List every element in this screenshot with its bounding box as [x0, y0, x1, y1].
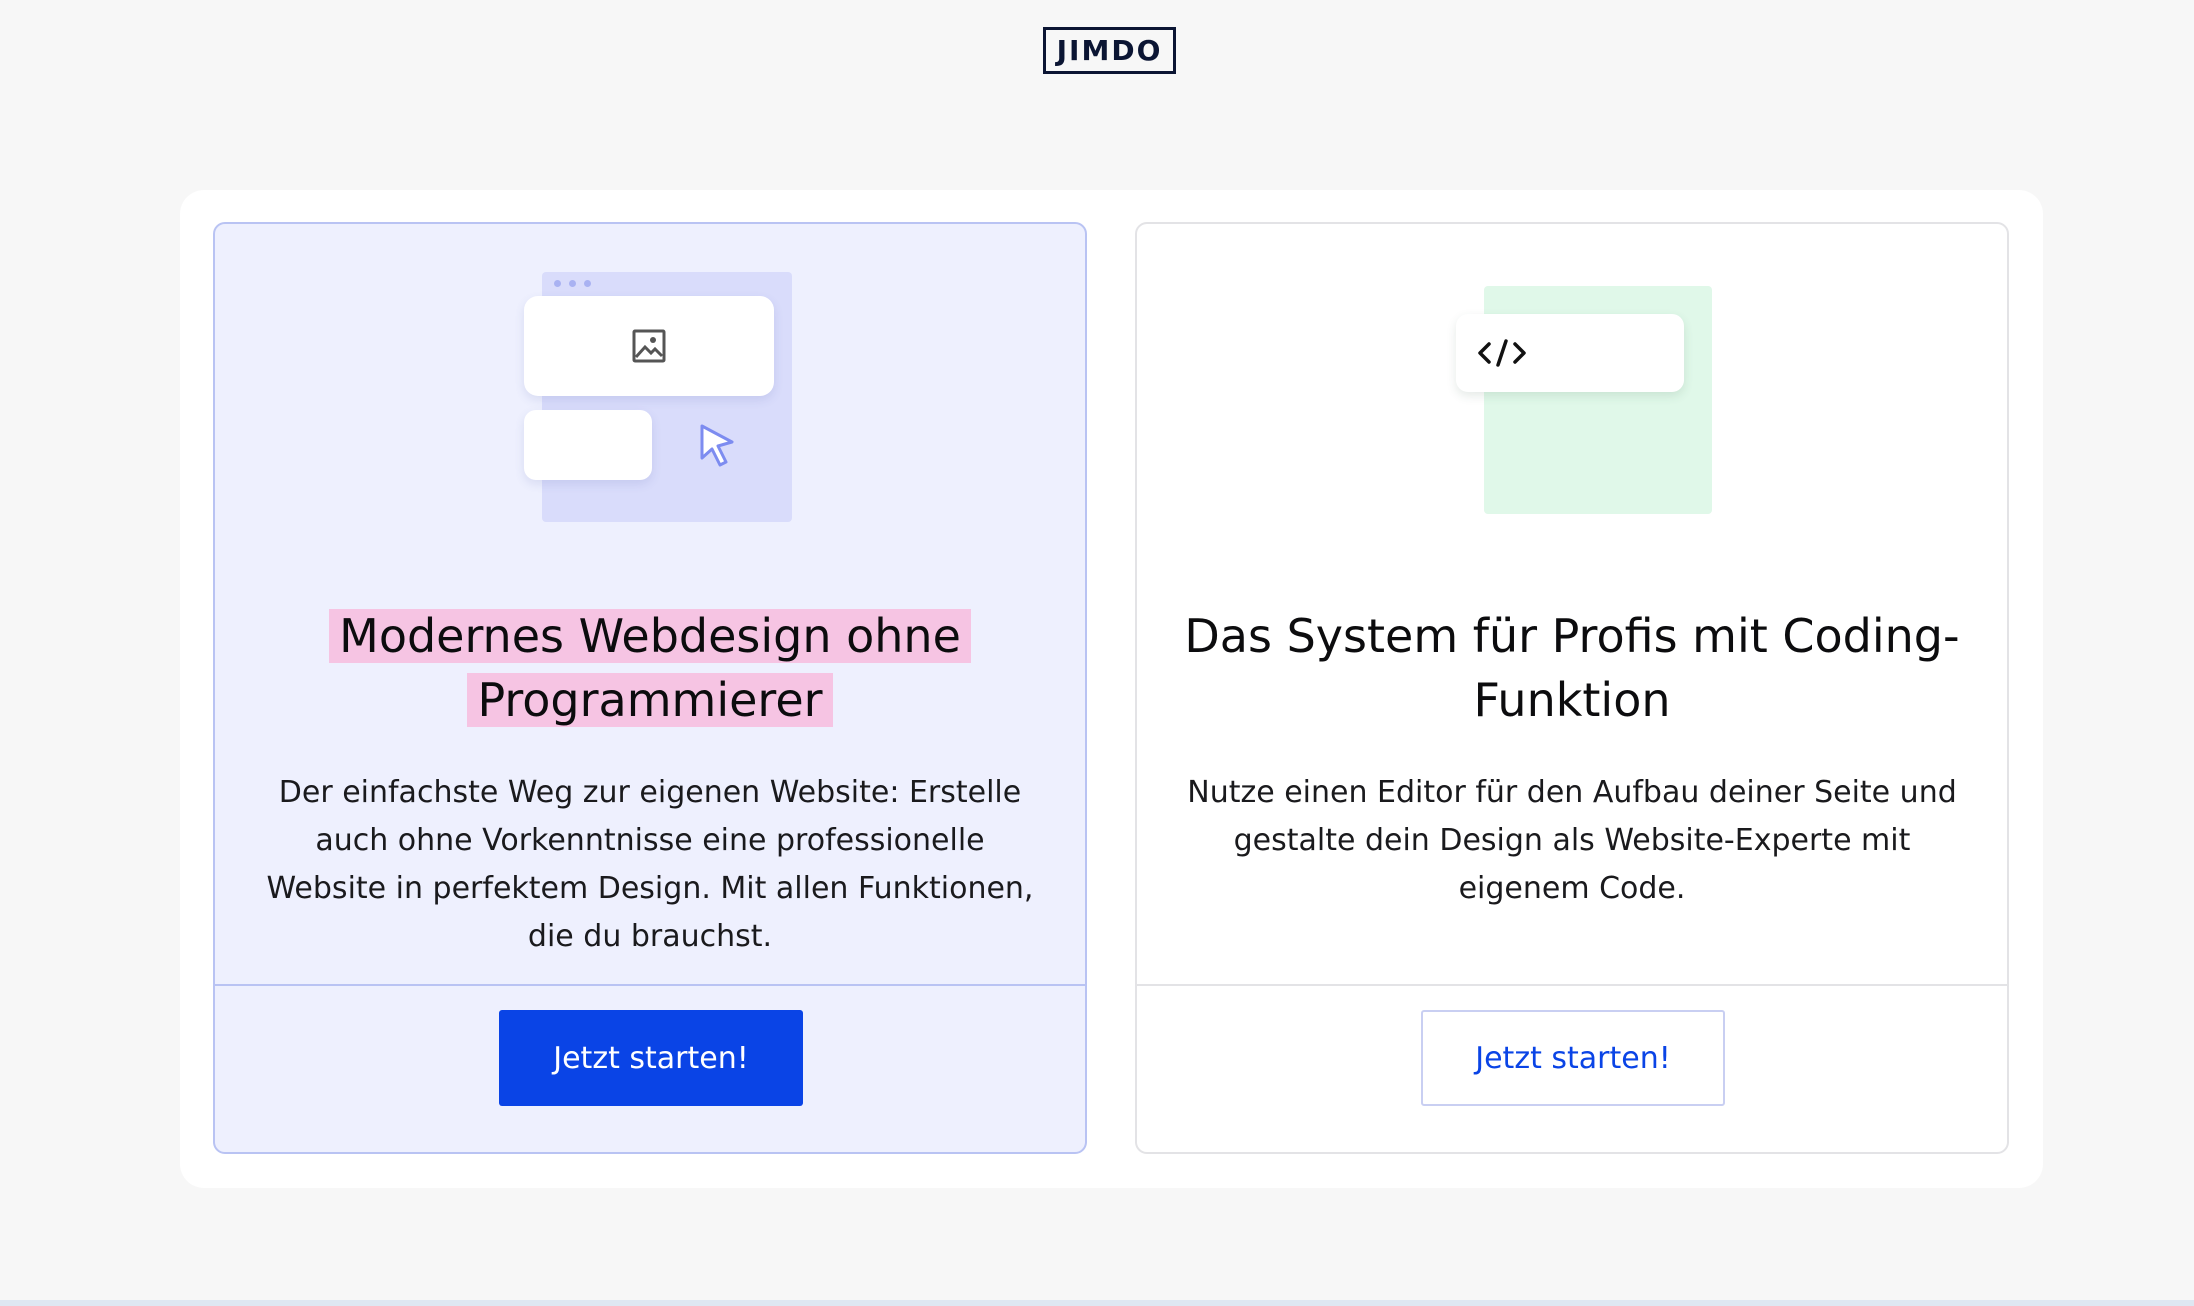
card-description: Der einfachste Weg zur eigenen Website: …	[266, 775, 1034, 954]
webdesign-illustration	[524, 272, 792, 526]
text-block	[524, 410, 652, 480]
card-title: Modernes Webdesign ohne Programmierer	[215, 604, 1085, 732]
start-button[interactable]: Jetzt starten!	[499, 1010, 803, 1106]
card-description: Nutze einen Editor für den Aufbau deiner…	[1187, 775, 1957, 906]
jimdo-logo[interactable]: JIMDO	[1043, 27, 1176, 74]
card-coding[interactable]: Das System für Profis mit Coding-Funktio…	[1135, 222, 2009, 1154]
card-title: Das System für Profis mit Coding-Funktio…	[1184, 609, 1960, 727]
footer-divider	[0, 1300, 2194, 1306]
card-no-code[interactable]: Modernes Webdesign ohne Programmierer De…	[213, 222, 1087, 1154]
card-divider	[215, 984, 1085, 986]
window-dot	[554, 280, 561, 287]
start-button[interactable]: Jetzt starten!	[1421, 1010, 1725, 1106]
code-icon	[1478, 339, 1526, 367]
window-dot	[584, 280, 591, 287]
card-divider	[1137, 984, 2007, 986]
window-dot	[569, 280, 576, 287]
card-title-line1: Modernes Webdesign ohne	[329, 609, 971, 663]
card-title-line2: Programmierer	[467, 673, 833, 727]
image-icon	[632, 329, 666, 363]
window-dots	[554, 280, 591, 287]
cursor-icon	[700, 424, 734, 467]
code-block	[1456, 314, 1684, 392]
coding-illustration	[1456, 284, 1716, 524]
image-block	[524, 296, 774, 396]
